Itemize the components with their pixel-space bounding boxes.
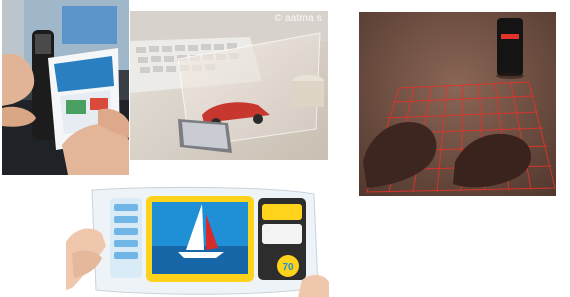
photo-transparent-screen: © aatma s <box>130 11 328 160</box>
laser-keyboard-image <box>359 12 556 196</box>
flexible-tablet-image: 70 <box>66 184 329 297</box>
photo-laser-keyboard <box>359 12 556 196</box>
photo-watermark: © aatma s <box>274 13 322 24</box>
handheld-device-image <box>2 0 129 175</box>
transparent-screen-image <box>130 11 328 160</box>
photo-handheld-device <box>2 0 129 175</box>
photo-flexible-tablet: 70 <box>66 184 329 297</box>
dial-number: 70 <box>282 262 294 273</box>
